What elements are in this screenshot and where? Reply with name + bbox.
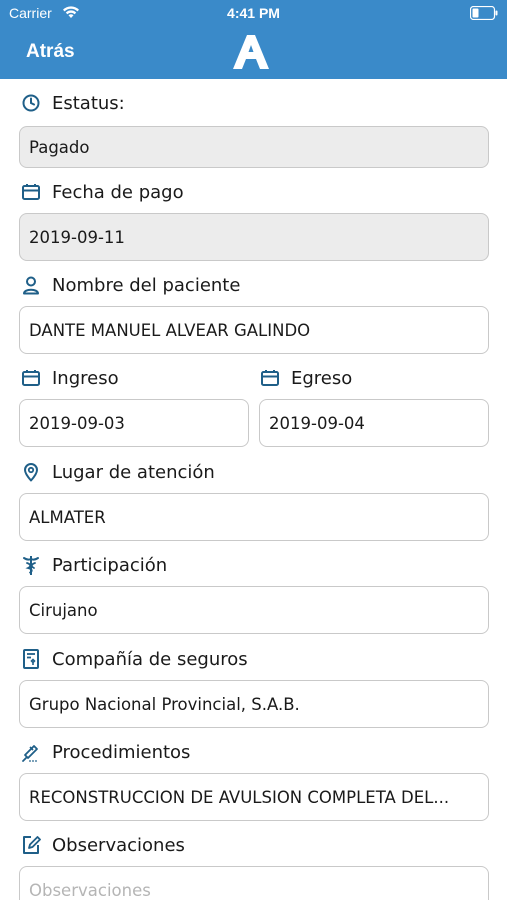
status-field: Pagado: [19, 126, 489, 168]
participation-field[interactable]: Cirujano: [19, 586, 489, 634]
nav-bar: Atrás: [0, 28, 507, 79]
place-field[interactable]: ALMATER: [19, 493, 489, 541]
document-icon: [20, 648, 42, 670]
user-icon: [20, 274, 42, 296]
calendar-icon: [20, 181, 42, 203]
insurer-label-text: Compañía de seguros: [52, 648, 248, 670]
participation-label-text: Participación: [52, 554, 168, 576]
procedure-icon: [20, 741, 42, 763]
insurer-field[interactable]: Grupo Nacional Provincial, S.A.B.: [19, 680, 489, 728]
procedures-label: Procedimientos: [20, 740, 190, 764]
discharge-field[interactable]: 2019-09-04: [259, 399, 489, 447]
header: Carrier 4:41 PM Atrás: [0, 0, 507, 79]
payment-date-label-text: Fecha de pago: [52, 181, 184, 203]
participation-label: Participación: [20, 553, 167, 577]
screen: Carrier 4:41 PM Atrás Estatus: Pagado Fe…: [0, 0, 507, 900]
caduceus-icon: [20, 554, 42, 576]
admission-label-text: Ingreso: [52, 367, 119, 389]
place-label-text: Lugar de atención: [52, 461, 215, 483]
back-button[interactable]: Atrás: [26, 41, 75, 63]
calendar-icon: [20, 367, 42, 389]
payment-date-field: 2019-09-11: [19, 213, 489, 261]
a-logo-icon: [231, 33, 271, 75]
location-pin-icon: [20, 461, 42, 483]
clock-icon: [20, 92, 42, 114]
observations-label-text: Observaciones: [52, 834, 185, 856]
insurer-label: Compañía de seguros: [20, 647, 248, 671]
patient-name-field[interactable]: DANTE MANUEL ALVEAR GALINDO: [19, 306, 489, 354]
calendar-icon: [259, 367, 281, 389]
patient-name-label-text: Nombre del paciente: [52, 274, 241, 296]
observations-input[interactable]: Observaciones: [19, 866, 489, 900]
status-bar: Carrier 4:41 PM: [0, 0, 507, 28]
admission-label: Ingreso: [20, 366, 119, 390]
payment-date-label: Fecha de pago: [20, 180, 184, 204]
discharge-label-text: Egreso: [291, 367, 353, 389]
procedures-label-text: Procedimientos: [52, 741, 191, 763]
observations-label: Observaciones: [20, 833, 185, 857]
procedures-field[interactable]: RECONSTRUCCION DE AVULSION COMPLETA DEL.…: [19, 773, 489, 821]
clock-time: 4:41 PM: [227, 5, 280, 21]
place-label: Lugar de atención: [20, 460, 215, 484]
battery-icon: [469, 5, 498, 24]
edit-icon: [20, 834, 42, 856]
status-label-text: Estatus:: [52, 92, 125, 114]
status-label: Estatus:: [20, 91, 125, 115]
admission-field[interactable]: 2019-09-03: [19, 399, 249, 447]
patient-name-label: Nombre del paciente: [20, 273, 240, 297]
discharge-label: Egreso: [259, 366, 352, 390]
